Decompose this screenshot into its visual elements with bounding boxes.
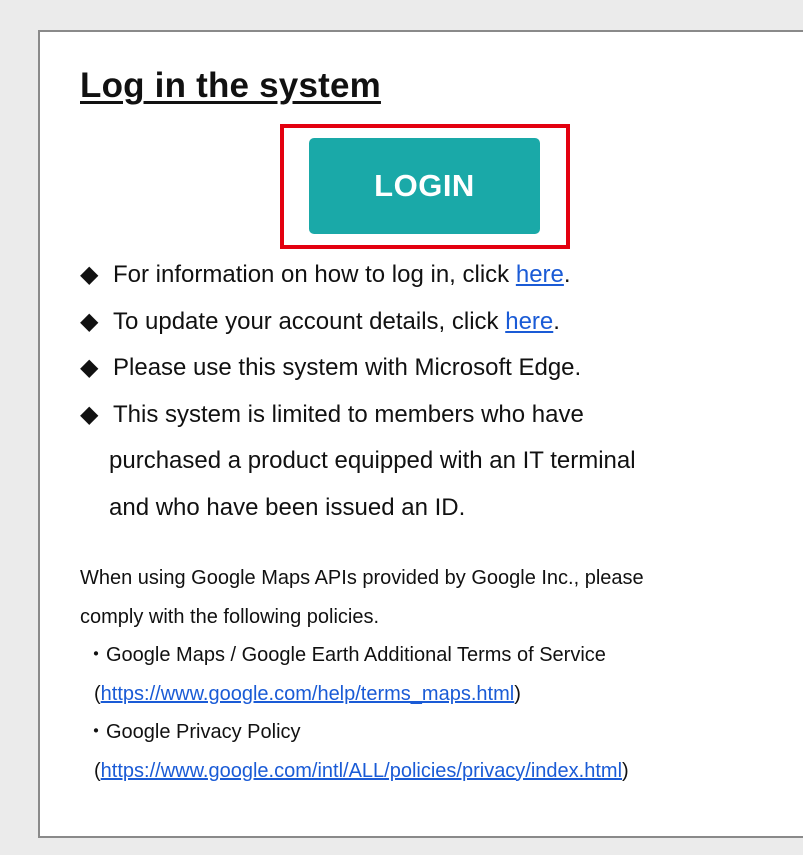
login-info-here-link[interactable]: here: [516, 261, 564, 288]
paren-open: (: [94, 759, 101, 782]
paren-close: ): [514, 682, 521, 705]
login-info-text: For information on how to log in, click: [113, 261, 516, 288]
bullet-text: To update your account details, click he…: [113, 299, 560, 346]
paren-close: ): [622, 759, 629, 782]
browser-notice-text: Please use this system with Microsoft Ed…: [113, 354, 582, 381]
login-button[interactable]: LOGIN: [309, 138, 540, 234]
policy-terms-label: ・Google Maps / Google Earth Additional T…: [86, 644, 606, 666]
diamond-bullet-icon: ◆: [80, 354, 99, 381]
update-account-here-link[interactable]: here: [505, 308, 553, 335]
google-maps-notice: When using Google Maps APIs provided by …: [80, 559, 780, 790]
login-panel: Log in the system LOGIN ◆ For informatio…: [38, 30, 803, 838]
bullet-text: For information on how to log in, click …: [113, 252, 571, 299]
terms-maps-link[interactable]: https://www.google.com/help/terms_maps.h…: [101, 683, 515, 705]
list-item-login-info: ◆ For information on how to log in, clic…: [80, 252, 780, 299]
diamond-bullet-icon: ◆: [80, 400, 99, 428]
members-notice-line-1: This system is limited to members who ha…: [113, 400, 584, 428]
privacy-policy-link[interactable]: https://www.google.com/intl/ALL/policies…: [101, 760, 622, 782]
page-title: Log in the system: [80, 66, 381, 105]
update-account-text: To update your account details, click: [113, 307, 506, 335]
diamond-bullet-icon: ◆: [80, 261, 99, 288]
info-bullet-list: ◆ For information on how to log in, clic…: [80, 252, 780, 531]
members-notice-line-3: and who have been issued an ID.: [109, 493, 466, 521]
punctuation: .: [563, 261, 571, 288]
punctuation: .: [553, 307, 560, 335]
maps-notice-line-1: When using Google Maps APIs provided by …: [80, 567, 644, 589]
list-item-browser: ◆ Please use this system with Microsoft …: [80, 345, 780, 392]
members-notice-line-2: purchased a product equipped with an IT …: [109, 447, 636, 474]
paren-open: (: [94, 682, 101, 705]
maps-notice-line-2: comply with the following policies.: [80, 605, 380, 628]
policy-privacy-label: ・Google Privacy Policy: [86, 721, 301, 743]
list-item-members: ◆ This system is limited to members who …: [80, 392, 780, 439]
policy-privacy-url-line: (https://www.google.com/intl/ALL/policie…: [80, 752, 780, 791]
policy-terms-url-line: (https://www.google.com/help/terms_maps.…: [80, 675, 780, 714]
diamond-bullet-icon: ◆: [80, 307, 99, 335]
list-item-update-account: ◆ To update your account details, click …: [80, 299, 780, 346]
